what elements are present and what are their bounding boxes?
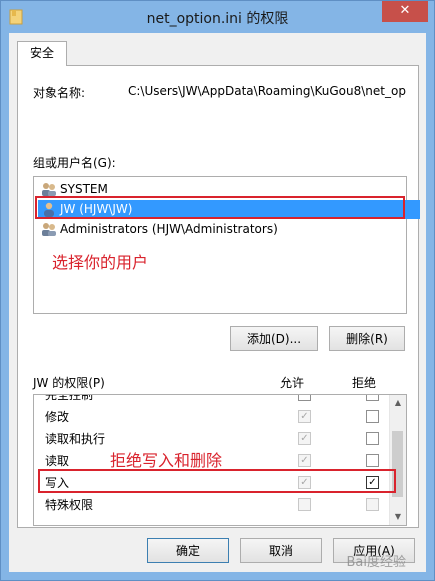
permissions-label: JW 的权限(P) [33,376,105,390]
deny-checkbox[interactable] [366,498,379,511]
remove-button[interactable]: 删除(R) [329,326,405,351]
title-bar[interactable]: net_option.ini 的权限 ✕ [1,1,434,33]
permission-row: 特殊权限 [34,493,390,515]
security-panel: 对象名称: C:\Users\JW\AppData\Roaming\KuGou8… [17,65,420,528]
deny-checkbox[interactable] [366,454,379,467]
watermark: Bai度经验 [346,555,407,570]
deny-header: 拒绝 [352,376,377,390]
permission-name: 修改 [45,410,70,424]
permission-name: 读取和执行 [45,432,106,446]
permission-row: 读取和执行 ✓ [34,427,390,449]
tab-security[interactable]: 安全 [17,41,67,66]
list-item-administrators[interactable]: Administrators (HJW\Administrators) [38,220,278,239]
allow-checkbox[interactable]: ✓ [298,432,311,445]
chevron-down-icon[interactable]: ▼ [390,509,406,525]
user-name: Administrators (HJW\Administrators) [60,222,278,236]
group-icon [42,223,56,236]
permissions-scrollbar[interactable]: ▲ ▼ [389,395,406,525]
object-path: C:\Users\JW\AppData\Roaming\KuGou8\net_o… [128,84,406,98]
allow-checkbox[interactable]: ✓ [298,410,311,423]
annotation-select-user: 选择你的用户 [52,253,149,272]
deny-checkbox[interactable] [366,395,379,401]
allow-checkbox[interactable] [298,498,311,511]
permission-name: 完全控制 [45,394,94,402]
allow-checkbox[interactable]: ✓ [298,454,311,467]
object-name-label: 对象名称: [33,86,86,100]
users-label: 组或用户名(G): [33,156,116,170]
deny-checkbox[interactable] [366,432,379,445]
highlight-box-user [35,196,405,219]
permissions-dialog: net_option.ini 的权限 ✕ 安全 对象名称: C:\Users\J… [0,0,435,581]
permission-row: 完全控制 [34,394,390,405]
dialog-client-area: 安全 对象名称: C:\Users\JW\AppData\Roaming\KuG… [9,33,426,572]
chevron-up-icon[interactable]: ▲ [390,395,406,411]
deny-checkbox[interactable] [366,410,379,423]
ok-button[interactable]: 确定 [147,538,229,563]
cancel-button[interactable]: 取消 [240,538,322,563]
group-icon [42,183,56,196]
highlight-box-write [38,469,396,493]
allow-header: 允许 [280,376,305,390]
window-title: net_option.ini 的权限 [146,11,289,27]
add-button[interactable]: 添加(D)... [230,326,318,351]
permission-name: 特殊权限 [45,498,94,512]
close-button[interactable]: ✕ [382,1,428,22]
annotation-deny-write: 拒绝写入和删除 [110,451,223,470]
user-name: SYSTEM [60,182,108,196]
permission-row: 修改 ✓ [34,405,390,427]
allow-checkbox[interactable] [298,395,311,401]
permission-name: 读取 [45,454,70,468]
